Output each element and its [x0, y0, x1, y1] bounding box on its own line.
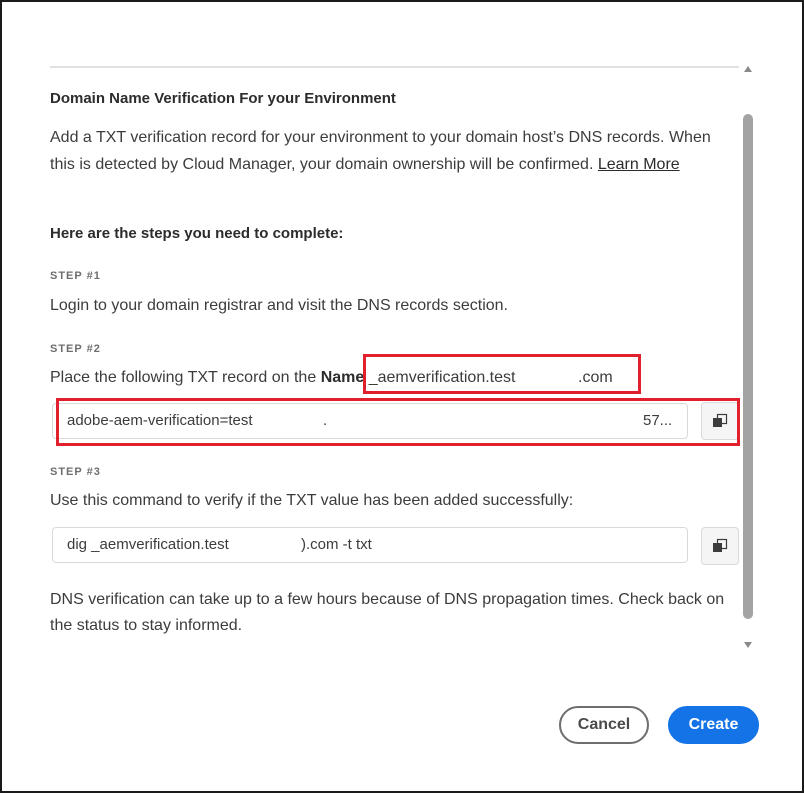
step-2-text: Place the following TXT record on the Na… — [50, 369, 515, 387]
step-3-text: Use this command to verify if the TXT va… — [50, 492, 574, 509]
dialog-description: Add a TXT verification record for your e… — [50, 124, 730, 178]
name-value-suffix: .com — [578, 369, 613, 386]
step-2-label: STEP #2 — [50, 343, 101, 355]
chevron-up-icon[interactable] — [744, 66, 752, 72]
step-1-label: STEP #1 — [50, 270, 101, 282]
step-1-text: Login to your domain registrar and visit… — [50, 297, 508, 314]
scrollbar-thumb[interactable] — [743, 114, 753, 619]
name-label: Name — [320, 369, 365, 386]
dns-propagation-note: DNS verification can take up to a few ho… — [50, 591, 725, 634]
copy-icon — [713, 413, 728, 427]
copy-icon — [713, 538, 728, 552]
learn-more-link[interactable]: Learn More — [598, 156, 680, 173]
cancel-button[interactable]: Cancel — [559, 706, 649, 744]
create-button[interactable]: Create — [668, 706, 759, 744]
txt-record-value-start: adobe-aem-verification=test — [67, 412, 253, 429]
txt-record-value-end: 57... — [643, 412, 673, 429]
chevron-down-icon[interactable] — [744, 642, 752, 648]
dialog-heading: Domain Name Verification For your Enviro… — [50, 90, 396, 107]
name-value-prefix: _aemverification.test — [368, 369, 516, 386]
scrollbar[interactable] — [740, 62, 756, 654]
command-value-start: dig _aemverification.test — [67, 536, 229, 553]
copy-txt-record-button[interactable] — [701, 402, 739, 440]
step-2-instruction: Place the following TXT record on the — [50, 369, 317, 386]
command-value-end: ).com -t txt — [301, 536, 372, 553]
copy-command-button[interactable] — [701, 527, 739, 565]
txt-record-field[interactable]: adobe-aem-verification=test . 57... — [52, 403, 688, 439]
step-3-label: STEP #3 — [50, 466, 101, 478]
steps-heading: Here are the steps you need to complete: — [50, 225, 344, 242]
txt-record-value-mid: . — [323, 412, 328, 429]
domain-verification-dialog: Domain Name Verification For your Enviro… — [0, 0, 804, 793]
dialog-content: Domain Name Verification For your Enviro… — [50, 68, 740, 652]
verify-command-field[interactable]: dig _aemverification.test ).com -t txt — [52, 527, 688, 563]
